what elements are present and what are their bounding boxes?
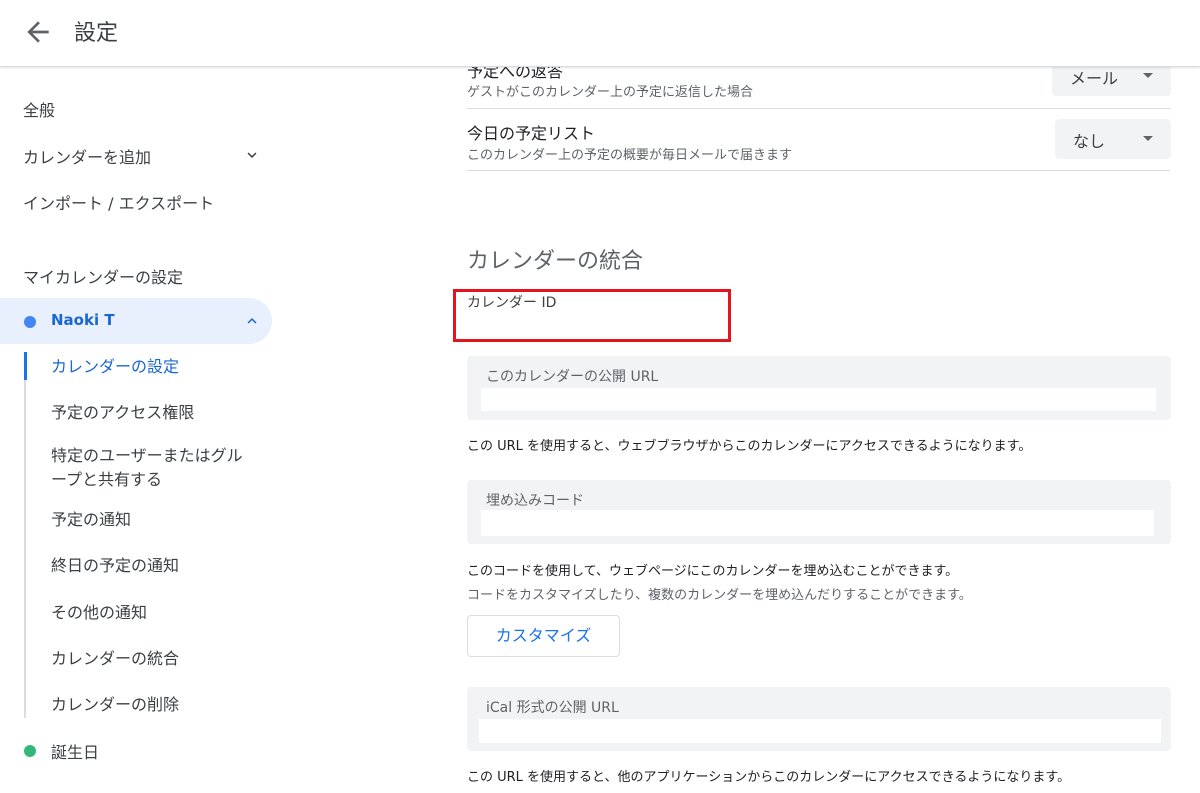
public-url-info: この URL を使用すると、ウェブブラウザからこのカレンダーにアクセスできるよう… <box>467 439 1032 454</box>
sidebar: 全般 カレンダーを追加 インポート / エクスポート マイカレンダーの設定 Na… <box>0 67 290 793</box>
dropdown-arrow-icon <box>1143 136 1153 141</box>
embed-code-panel: 埋め込みコード <box>467 480 1171 544</box>
reply-notification-value: メール <box>1070 69 1119 88</box>
divider <box>467 170 1170 171</box>
integration-heading: カレンダーの統合 <box>467 249 644 274</box>
embed-code-sub-info: コードをカスタマイズしたり、複数のカレンダーを埋め込んだりすることができます。 <box>467 588 972 603</box>
subnav-access-permissions[interactable]: 予定のアクセス権限 <box>51 401 194 425</box>
calendar-id-highlight <box>453 289 731 342</box>
calendar-color-dot <box>24 316 36 328</box>
subnav-active-indicator <box>24 352 27 380</box>
ical-url-field[interactable] <box>479 719 1161 743</box>
embed-code-label: 埋め込みコード <box>486 493 584 509</box>
public-url-field[interactable] <box>481 388 1156 411</box>
sidebar-item-add-calendar[interactable]: カレンダーを追加 <box>23 144 151 168</box>
public-url-label: このカレンダーの公開 URL <box>486 369 659 385</box>
agenda-notification-select[interactable]: なし <box>1055 119 1171 159</box>
subnav-remove-calendar[interactable]: カレンダーの削除 <box>51 693 179 717</box>
sidebar-calendar-naoki[interactable]: Naoki T <box>0 298 272 344</box>
subnav-all-day-notifications[interactable]: 終日の予定の通知 <box>51 554 179 578</box>
public-url-panel: このカレンダーの公開 URL <box>467 356 1171 420</box>
chevron-down-icon[interactable] <box>243 146 261 164</box>
agenda-setting-title: 今日の予定リスト <box>467 124 596 143</box>
reply-setting-desc: ゲストがこのカレンダー上の予定に返信した場合 <box>467 85 754 100</box>
calendar-name: 誕生日 <box>51 743 100 762</box>
chevron-up-icon[interactable] <box>243 312 261 330</box>
agenda-notification-value: なし <box>1073 132 1106 151</box>
ical-url-panel: iCal 形式の公開 URL <box>467 687 1171 751</box>
subnav-integrate-calendar[interactable]: カレンダーの統合 <box>51 647 179 671</box>
calendar-name: Naoki T <box>51 311 115 329</box>
subnav-share-with-people[interactable]: 特定のユーザーまたはグループと共有する <box>51 444 256 492</box>
back-button[interactable] <box>22 16 54 48</box>
embed-code-field[interactable] <box>481 510 1154 536</box>
calendar-color-dot <box>24 745 36 757</box>
subnav-event-notifications[interactable]: 予定の通知 <box>51 508 131 532</box>
subnav-calendar-settings[interactable]: カレンダーの設定 <box>51 355 179 379</box>
sidebar-item-import-export[interactable]: インポート / エクスポート <box>23 190 214 214</box>
arrow-back-icon <box>27 21 49 43</box>
ical-url-label: iCal 形式の公開 URL <box>486 700 619 716</box>
embed-code-info: このコードを使用して、ウェブページにこのカレンダーを埋め込むことができます。 <box>467 564 959 579</box>
subnav-track <box>24 352 26 718</box>
divider <box>467 108 1170 109</box>
ical-url-info: この URL を使用すると、他のアプリケーションからこのカレンダーにアクセスでき… <box>467 770 1071 785</box>
page-title: 設定 <box>74 21 119 46</box>
sidebar-calendar-birthday[interactable]: 誕生日 <box>0 739 272 763</box>
sidebar-item-general[interactable]: 全般 <box>23 97 55 121</box>
dropdown-arrow-icon <box>1143 73 1153 78</box>
subnav-other-notifications[interactable]: その他の通知 <box>51 601 147 625</box>
customize-button[interactable]: カスタマイズ <box>467 615 620 657</box>
agenda-setting-desc: このカレンダー上の予定の概要が毎日メールで届きます <box>467 148 793 163</box>
my-calendars-heading: マイカレンダーの設定 <box>23 268 184 287</box>
app-header: 設定 <box>0 0 1200 67</box>
